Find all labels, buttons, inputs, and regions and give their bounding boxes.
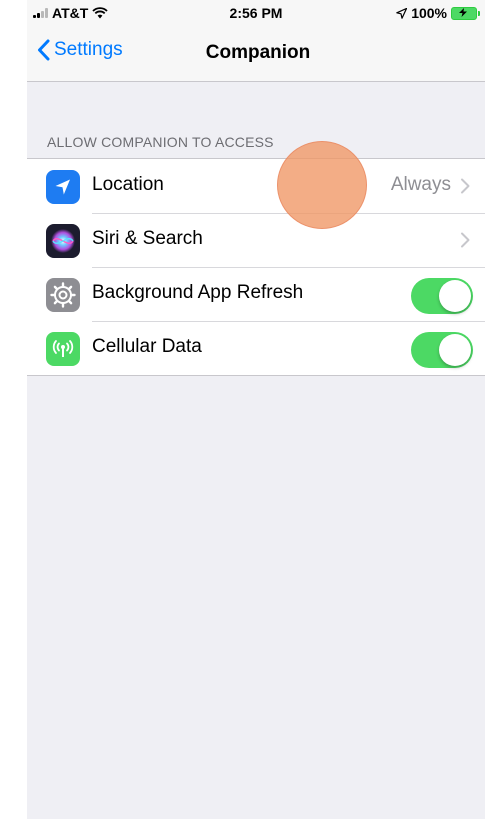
background-app-refresh-toggle[interactable]	[411, 278, 473, 314]
siri-search-label: Siri & Search	[92, 228, 203, 249]
cellular-data-label: Cellular Data	[92, 336, 202, 357]
status-right: 100%	[396, 5, 480, 21]
location-row[interactable]: Location Always	[27, 159, 485, 213]
location-icon	[46, 170, 80, 204]
background-app-refresh-row: Background App Refresh	[27, 267, 485, 321]
chevron-right-icon	[461, 232, 470, 248]
location-arrow-icon	[396, 7, 408, 19]
status-bar: AT&T 2:56 PM 100%	[27, 0, 485, 26]
navigation-bar: Settings Companion	[27, 30, 485, 76]
battery-charging-icon	[451, 6, 480, 20]
cellular-data-row: Cellular Data	[27, 321, 485, 375]
navigation-area: AT&T 2:56 PM 100% Settings Companion	[27, 0, 485, 82]
background-app-refresh-label: Background App Refresh	[92, 282, 304, 303]
siri-search-row[interactable]: Siri & Search	[27, 213, 485, 267]
gear-icon	[46, 278, 80, 312]
toggle-knob	[439, 280, 471, 312]
battery-percent: 100%	[411, 5, 447, 21]
section-header: ALLOW COMPANION TO ACCESS	[47, 134, 274, 150]
location-detail: Always	[390, 174, 451, 195]
antenna-icon	[46, 332, 80, 366]
siri-icon	[46, 224, 80, 258]
settings-list: Location Always Siri & Search Background…	[27, 158, 485, 376]
cellular-data-toggle[interactable]	[411, 332, 473, 368]
touch-indicator	[277, 141, 367, 229]
screen: AT&T 2:56 PM 100% Settings Companion ALL…	[27, 0, 485, 819]
page-title: Companion	[205, 42, 311, 63]
toggle-knob	[439, 334, 471, 366]
location-label: Location	[92, 174, 164, 195]
chevron-right-icon	[461, 178, 470, 194]
